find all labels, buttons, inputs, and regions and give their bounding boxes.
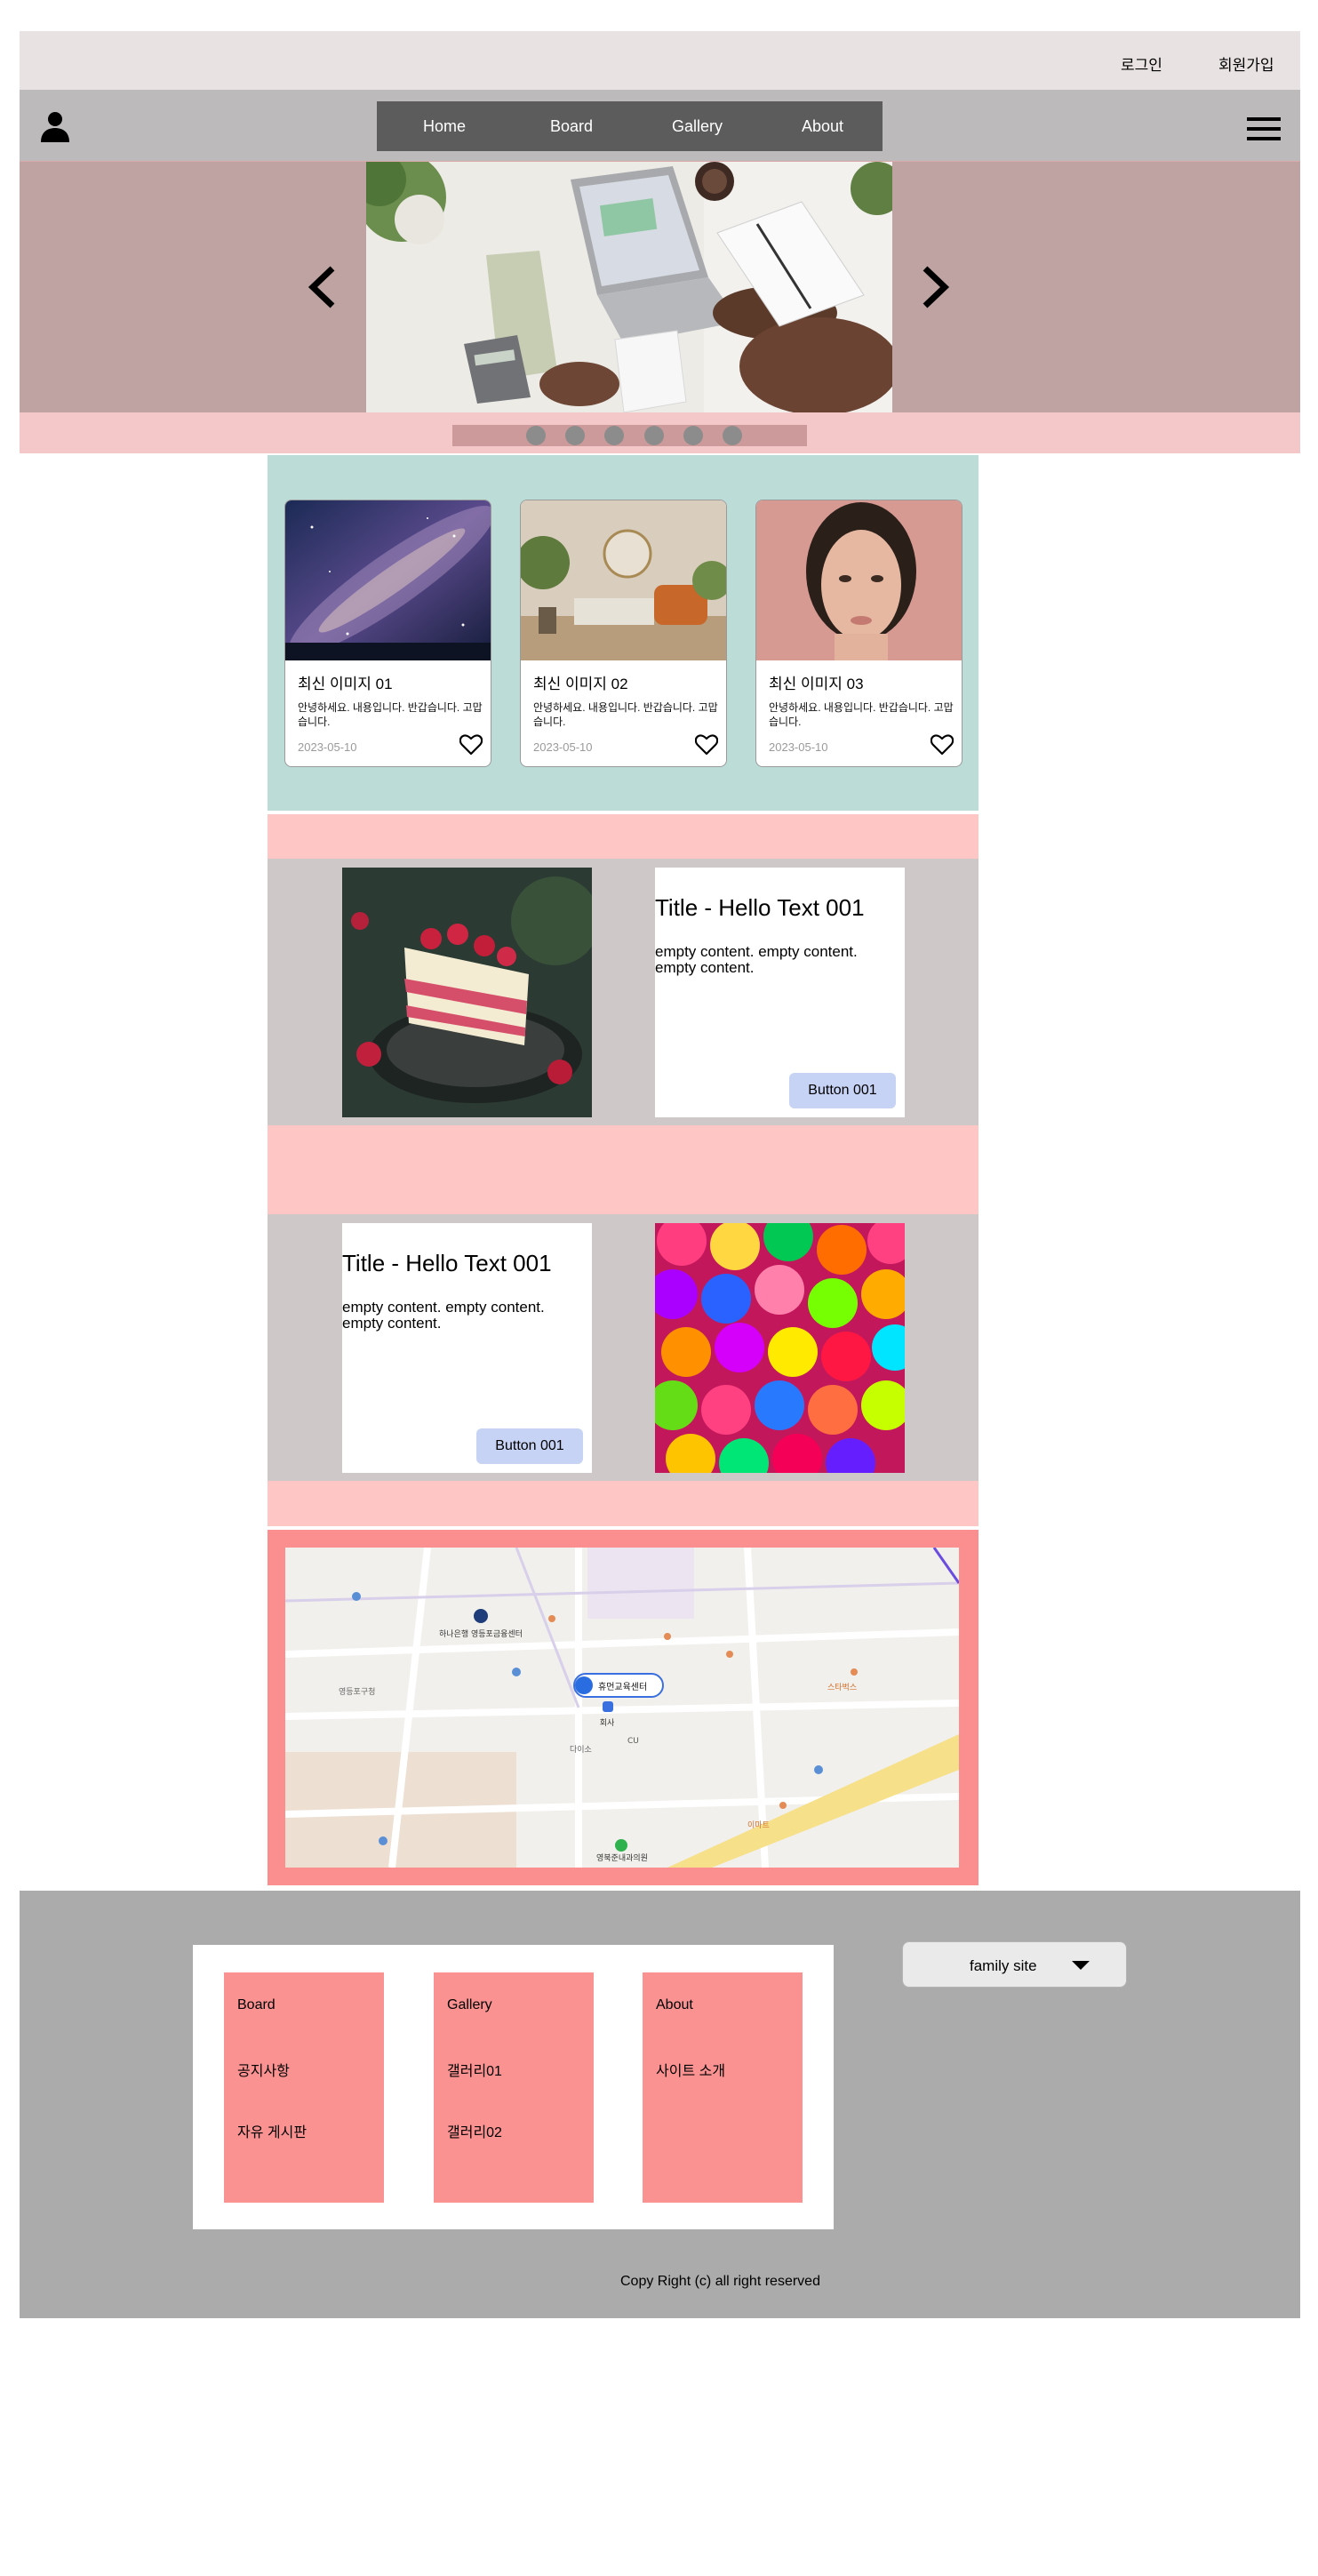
card-image-portrait [756, 500, 962, 660]
feature-title: Title - Hello Text 001 [655, 894, 865, 921]
card-body: 안녕하세요. 내용입니다. 반갑습니다. 고맙습니다. [298, 701, 483, 728]
image-card[interactable]: 최신 이미지 01 안녕하세요. 내용입니다. 반갑습니다. 고맙습니다. 20… [284, 500, 491, 767]
image-card[interactable]: 최신 이미지 03 안녕하세요. 내용입니다. 반갑습니다. 고맙습니다. 20… [755, 500, 963, 767]
card-body: 안녕하세요. 내용입니다. 반갑습니다. 고맙습니다. [533, 701, 718, 728]
feature-title: Title - Hello Text 001 [342, 1250, 552, 1276]
feature-card-1: Title - Hello Text 001 empty content. em… [655, 868, 905, 1117]
footer-column-about: About 사이트 소개 [643, 1972, 803, 2203]
map-label: 이마트 [747, 1820, 770, 1830]
card-date: 2023-05-10 [769, 740, 828, 754]
card-title: 최신 이미지 02 [533, 676, 628, 692]
footer-column-gallery: Gallery 갤러리01 갤러리02 [434, 1972, 594, 2203]
image-card[interactable]: 최신 이미지 02 안녕하세요. 내용입니다. 반갑습니다. 고맙습니다. 20… [520, 500, 727, 767]
slider-dot-3[interactable] [604, 426, 624, 445]
feature-card-2: Title - Hello Text 001 empty content. em… [342, 1223, 592, 1473]
card-title: 최신 이미지 01 [298, 676, 393, 692]
footer-link[interactable]: Gallery [447, 1997, 492, 2013]
family-site-select[interactable]: family site [902, 1941, 1127, 1988]
card-body: 안녕하세요. 내용입니다. 반갑습니다. 고맙습니다. [769, 701, 954, 728]
family-site-label: family site [970, 1957, 1037, 1974]
utility-bar: 로그인 회원가입 [20, 31, 1300, 90]
caret-down-icon [1072, 1961, 1090, 1970]
user-icon[interactable] [39, 110, 71, 142]
heart-icon[interactable] [695, 733, 718, 756]
main-nav: Home Board Gallery About [377, 101, 883, 151]
footer-column-board: Board 공지사항 자유 게시판 [224, 1972, 384, 2203]
map-label: CU [627, 1737, 639, 1746]
slider-dot-2[interactable] [565, 426, 585, 445]
map-label: 다이소 [570, 1745, 592, 1755]
chevron-left-icon[interactable] [306, 265, 338, 309]
card-title: 최신 이미지 03 [769, 676, 864, 692]
feature-button[interactable]: Button 001 [789, 1073, 896, 1108]
signup-link[interactable]: 회원가입 [1218, 52, 1274, 75]
map-label: 영등포구청 [339, 1687, 375, 1697]
slider-dot-5[interactable] [683, 426, 703, 445]
heart-icon[interactable] [459, 733, 483, 756]
nav-home[interactable]: Home [423, 117, 466, 136]
map[interactable]: 하나은행 영등포금융센터 휴먼교육센터 회사 CU 영등포구청 영북준내과의원 … [285, 1548, 959, 1868]
card-image-galaxy [285, 500, 491, 660]
nav-board[interactable]: Board [550, 117, 593, 136]
card-date: 2023-05-10 [298, 740, 357, 754]
gumballs-image [655, 1223, 905, 1473]
footer-link[interactable]: 갤러리02 [447, 2120, 502, 2141]
slider-dot-4[interactable] [644, 426, 664, 445]
feature-button[interactable]: Button 001 [476, 1428, 583, 1464]
footer-link[interactable]: Board [237, 1997, 276, 2013]
spacer-band [268, 1125, 979, 1214]
footer-link[interactable]: 자유 게시판 [237, 2120, 307, 2141]
spacer-band [268, 1481, 979, 1526]
spacer-band [268, 814, 979, 859]
map-label: 하나은행 영등포금융센터 [439, 1628, 523, 1639]
card-date: 2023-05-10 [533, 740, 593, 754]
slider-dot-6[interactable] [723, 426, 742, 445]
feature-body: empty content. empty content. empty cont… [655, 943, 858, 976]
cake-image [342, 868, 592, 1117]
slider-pagination [452, 425, 807, 446]
hero-image [366, 162, 892, 412]
feature-body: empty content. empty content. empty cont… [342, 1299, 545, 1332]
map-label: 휴먼교육센터 [598, 1682, 647, 1692]
heart-icon[interactable] [931, 733, 954, 756]
hamburger-menu-icon[interactable] [1247, 116, 1281, 142]
map-label: 회사 [600, 1718, 615, 1728]
slider-dot-1[interactable] [526, 426, 546, 445]
nav-gallery[interactable]: Gallery [672, 117, 723, 136]
nav-about[interactable]: About [802, 117, 843, 136]
card-image-interior [521, 500, 726, 660]
map-label: 영북준내과의원 [596, 1853, 648, 1863]
footer-link[interactable]: 공지사항 [237, 2059, 290, 2080]
chevron-right-icon[interactable] [920, 265, 952, 309]
footer-link[interactable]: 사이트 소개 [656, 2059, 725, 2080]
footer-link[interactable]: 갤러리01 [447, 2059, 502, 2080]
login-link[interactable]: 로그인 [1121, 52, 1162, 75]
footer-link[interactable]: About [656, 1997, 693, 2013]
map-label: 스타벅스 [827, 1683, 857, 1692]
copyright-text: Copy Right (c) all right reserved [620, 2274, 820, 2289]
